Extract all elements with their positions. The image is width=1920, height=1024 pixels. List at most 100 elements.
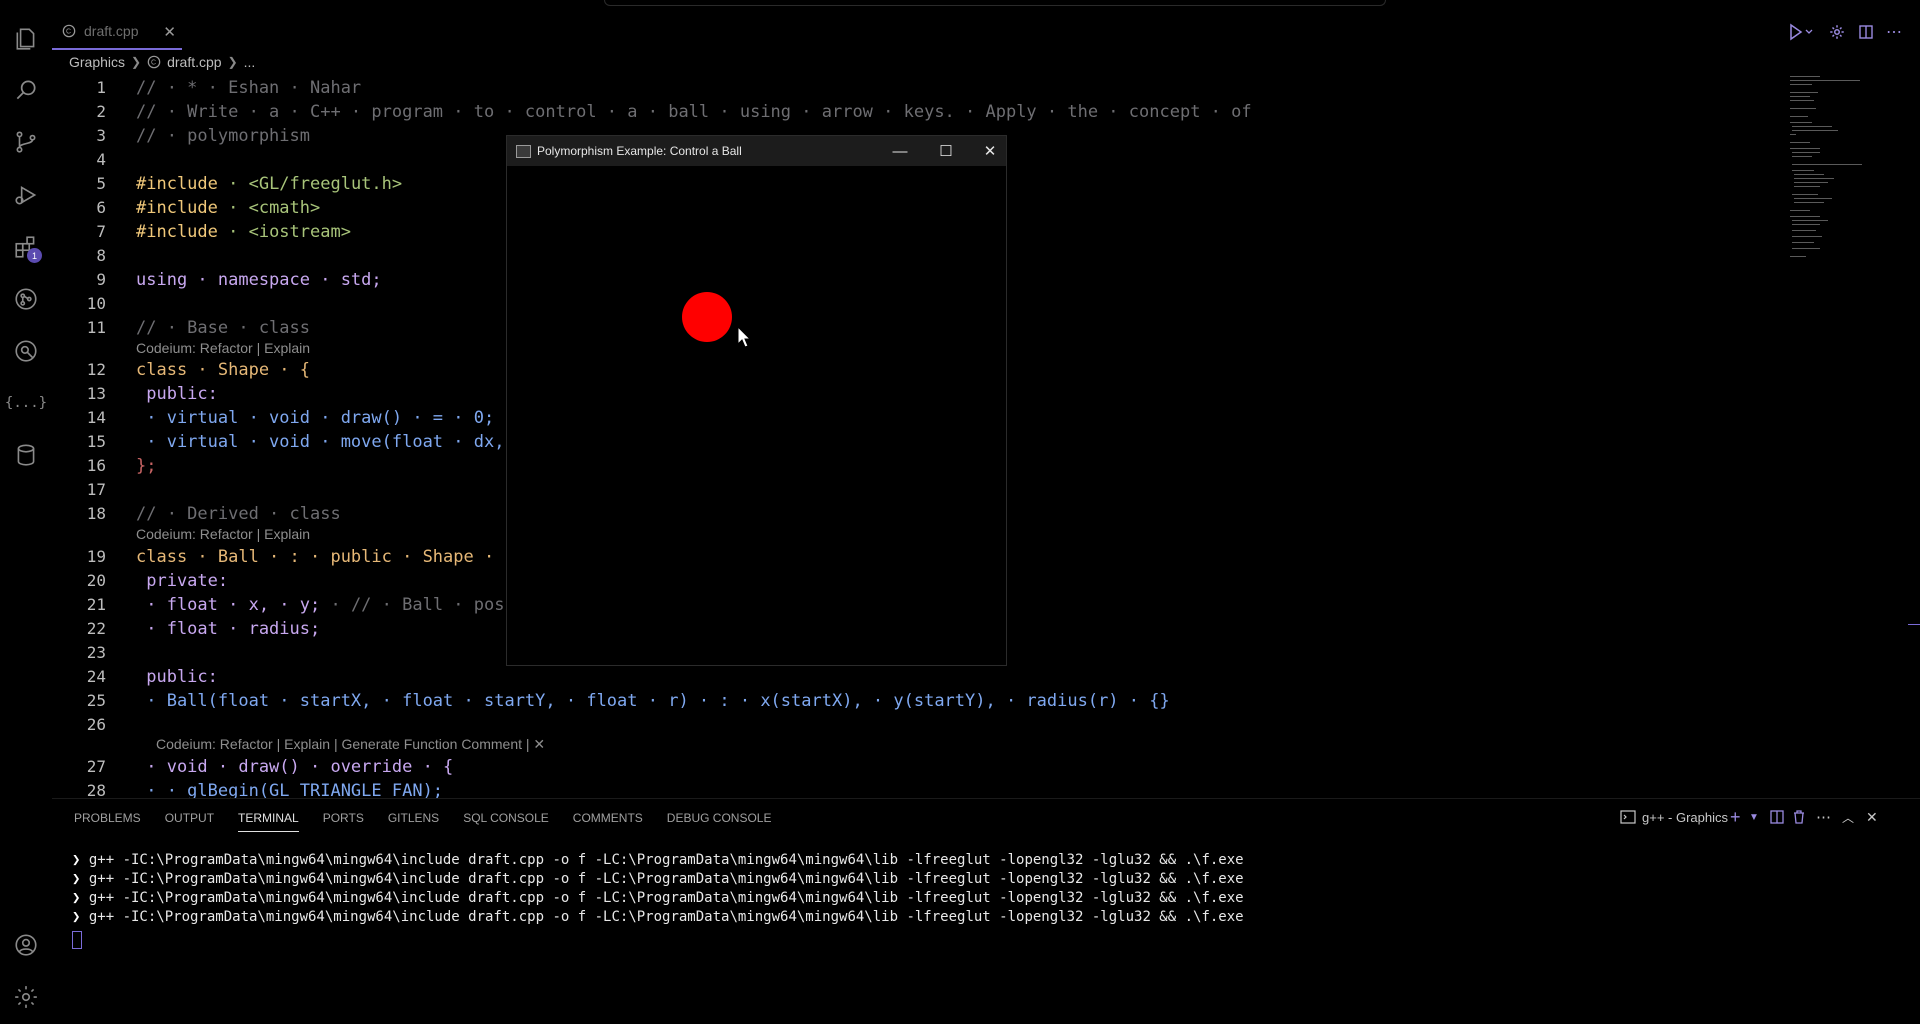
tab-problems[interactable]: PROBLEMS [74, 809, 141, 831]
include-directive: #include [136, 198, 218, 218]
breadcrumb-symbol[interactable]: ... [244, 54, 256, 70]
editor-tab-bar: C draft.cpp ✕ [52, 14, 1920, 50]
minimap[interactable] [1788, 74, 1878, 264]
include-directive: #include [136, 174, 218, 194]
database-icon[interactable] [12, 441, 40, 469]
more-actions-icon[interactable]: ⋯ [1886, 22, 1902, 42]
code-line-28: · · glBegin(GL_TRIANGLE_FAN); [136, 781, 444, 798]
trash-icon[interactable] [1792, 807, 1806, 827]
split-editor-icon[interactable] [1858, 22, 1874, 42]
extensions-badge: 1 [27, 248, 42, 263]
line-number: 5 [96, 174, 106, 193]
code-line-25: · Ball(float · startX, · float · startY,… [136, 691, 1170, 711]
terminal-selector[interactable]: g++ - Graphics [1620, 807, 1728, 827]
terminal-output[interactable]: ❯ g++ -IC:\ProgramData\mingw64\mingw64\i… [72, 851, 1244, 949]
run-debug-icon[interactable] [12, 181, 40, 209]
source-control-icon[interactable] [12, 128, 40, 156]
split-terminal-icon[interactable] [1770, 807, 1784, 827]
gitlens-icon[interactable] [12, 285, 40, 313]
tab-comments[interactable]: COMMENTS [573, 809, 643, 831]
activity-bar: 1 {...} [0, 0, 52, 1023]
more-actions-icon[interactable]: ⋯ [1816, 807, 1831, 827]
line-number: 13 [86, 384, 106, 403]
code-line-9: using · namespace · std; [136, 270, 382, 290]
svg-text:C: C [151, 60, 156, 67]
close-window-button[interactable]: ✕ [967, 136, 1013, 166]
tab-label: draft.cpp [84, 23, 139, 39]
tab-terminal[interactable]: TERMINAL [238, 809, 299, 832]
settings-icon[interactable] [1828, 22, 1846, 42]
line-number: 28 [86, 781, 106, 798]
line-number: 11 [86, 318, 106, 337]
tab-gitlens[interactable]: GITLENS [388, 809, 439, 831]
line-number: 9 [96, 270, 106, 289]
code-segment: · virtual · void · draw() · = · 0; [136, 408, 495, 428]
extensions-icon[interactable]: 1 [12, 233, 42, 263]
chevron-right-icon: ❯ [227, 55, 238, 69]
json-icon[interactable]: {...} [5, 389, 47, 417]
code-line-11: // · Base · class [136, 318, 310, 338]
terminal-line: ❯ g++ -IC:\ProgramData\mingw64\mingw64\i… [72, 909, 1244, 925]
code-line-13: public: [136, 384, 218, 404]
line-number: 10 [86, 294, 106, 313]
mouse-cursor-icon [737, 326, 751, 348]
terminal-line: ❯ g++ -IC:\ProgramData\mingw64\mingw64\i… [72, 890, 1244, 906]
remote-explorer-icon[interactable] [12, 337, 40, 365]
chevron-down-icon[interactable]: ▼ [1749, 807, 1759, 827]
red-ball [682, 292, 732, 342]
codeium-lens[interactable]: Codeium: Refactor | Explain | Generate F… [156, 736, 545, 753]
explorer-icon[interactable] [12, 25, 40, 53]
glut-window[interactable]: Polymorphism Example: Control a Ball — ☐… [506, 135, 1007, 666]
maximize-panel-icon[interactable]: ︿ [1842, 807, 1854, 827]
bottom-panel: PROBLEMS OUTPUT TERMINAL PORTS GITLENS S… [52, 798, 1920, 1024]
maximize-button[interactable]: ☐ [923, 136, 969, 166]
line-number: 12 [86, 360, 106, 379]
search-icon[interactable] [12, 76, 40, 104]
line-number: 15 [86, 432, 106, 451]
codeium-lens[interactable]: Codeium: Refactor | Explain [136, 526, 310, 542]
minimize-button[interactable]: — [877, 136, 923, 166]
line-number: 26 [86, 715, 106, 734]
run-dropdown-button[interactable] [1788, 22, 1814, 42]
line-number: 18 [86, 504, 106, 523]
include-directive: #include [136, 222, 218, 242]
app-window-icon [516, 144, 531, 158]
breadcrumb-file[interactable]: draft.cpp [167, 54, 221, 70]
settings-gear-icon[interactable] [12, 983, 40, 1011]
cpp-file-icon: C [62, 24, 76, 38]
scroll-marker [1908, 624, 1920, 625]
svg-text:C: C [66, 29, 71, 36]
terminal-icon [1620, 810, 1636, 824]
line-number: 16 [86, 456, 106, 475]
code-line-16: }; [136, 456, 157, 476]
code-line-12: class · Shape · { [136, 360, 310, 380]
command-center[interactable] [604, 0, 1386, 6]
close-panel-icon[interactable]: ✕ [1866, 807, 1878, 827]
account-icon[interactable] [12, 931, 40, 959]
line-number: 20 [86, 571, 106, 590]
terminal-line: ❯ g++ -IC:\ProgramData\mingw64\mingw64\i… [72, 871, 1244, 887]
line-number: 2 [96, 102, 106, 121]
tab-output[interactable]: OUTPUT [165, 809, 214, 831]
tab-draft-cpp[interactable]: C draft.cpp ✕ [52, 14, 182, 50]
glut-window-title: Polymorphism Example: Control a Ball [537, 144, 742, 158]
code-line-1: // · * · Eshan · Nahar [136, 78, 362, 98]
terminal-cursor [72, 931, 82, 949]
include-path: · <GL/freeglut.h> [217, 174, 403, 194]
include-path: · <iostream> [217, 222, 351, 242]
line-number: 17 [86, 480, 106, 499]
tab-debug-console[interactable]: DEBUG CONSOLE [667, 809, 772, 831]
codeium-lens[interactable]: Codeium: Refactor | Explain [136, 340, 310, 356]
new-terminal-icon[interactable]: + [1730, 807, 1741, 827]
tab-close-icon[interactable]: ✕ [163, 23, 176, 41]
cpp-file-icon: C [147, 55, 161, 69]
breadcrumb-folder[interactable]: Graphics [69, 54, 125, 70]
line-number: 24 [86, 667, 106, 686]
tab-sql-console[interactable]: SQL CONSOLE [463, 809, 549, 831]
chevron-right-icon: ❯ [131, 55, 142, 69]
glut-canvas[interactable] [507, 166, 1006, 665]
code-line-19: class · Ball · : · public · Shape · { [136, 547, 515, 567]
line-number: 19 [86, 547, 106, 566]
tab-ports[interactable]: PORTS [323, 809, 364, 831]
terminal-name: g++ - Graphics [1642, 809, 1728, 825]
